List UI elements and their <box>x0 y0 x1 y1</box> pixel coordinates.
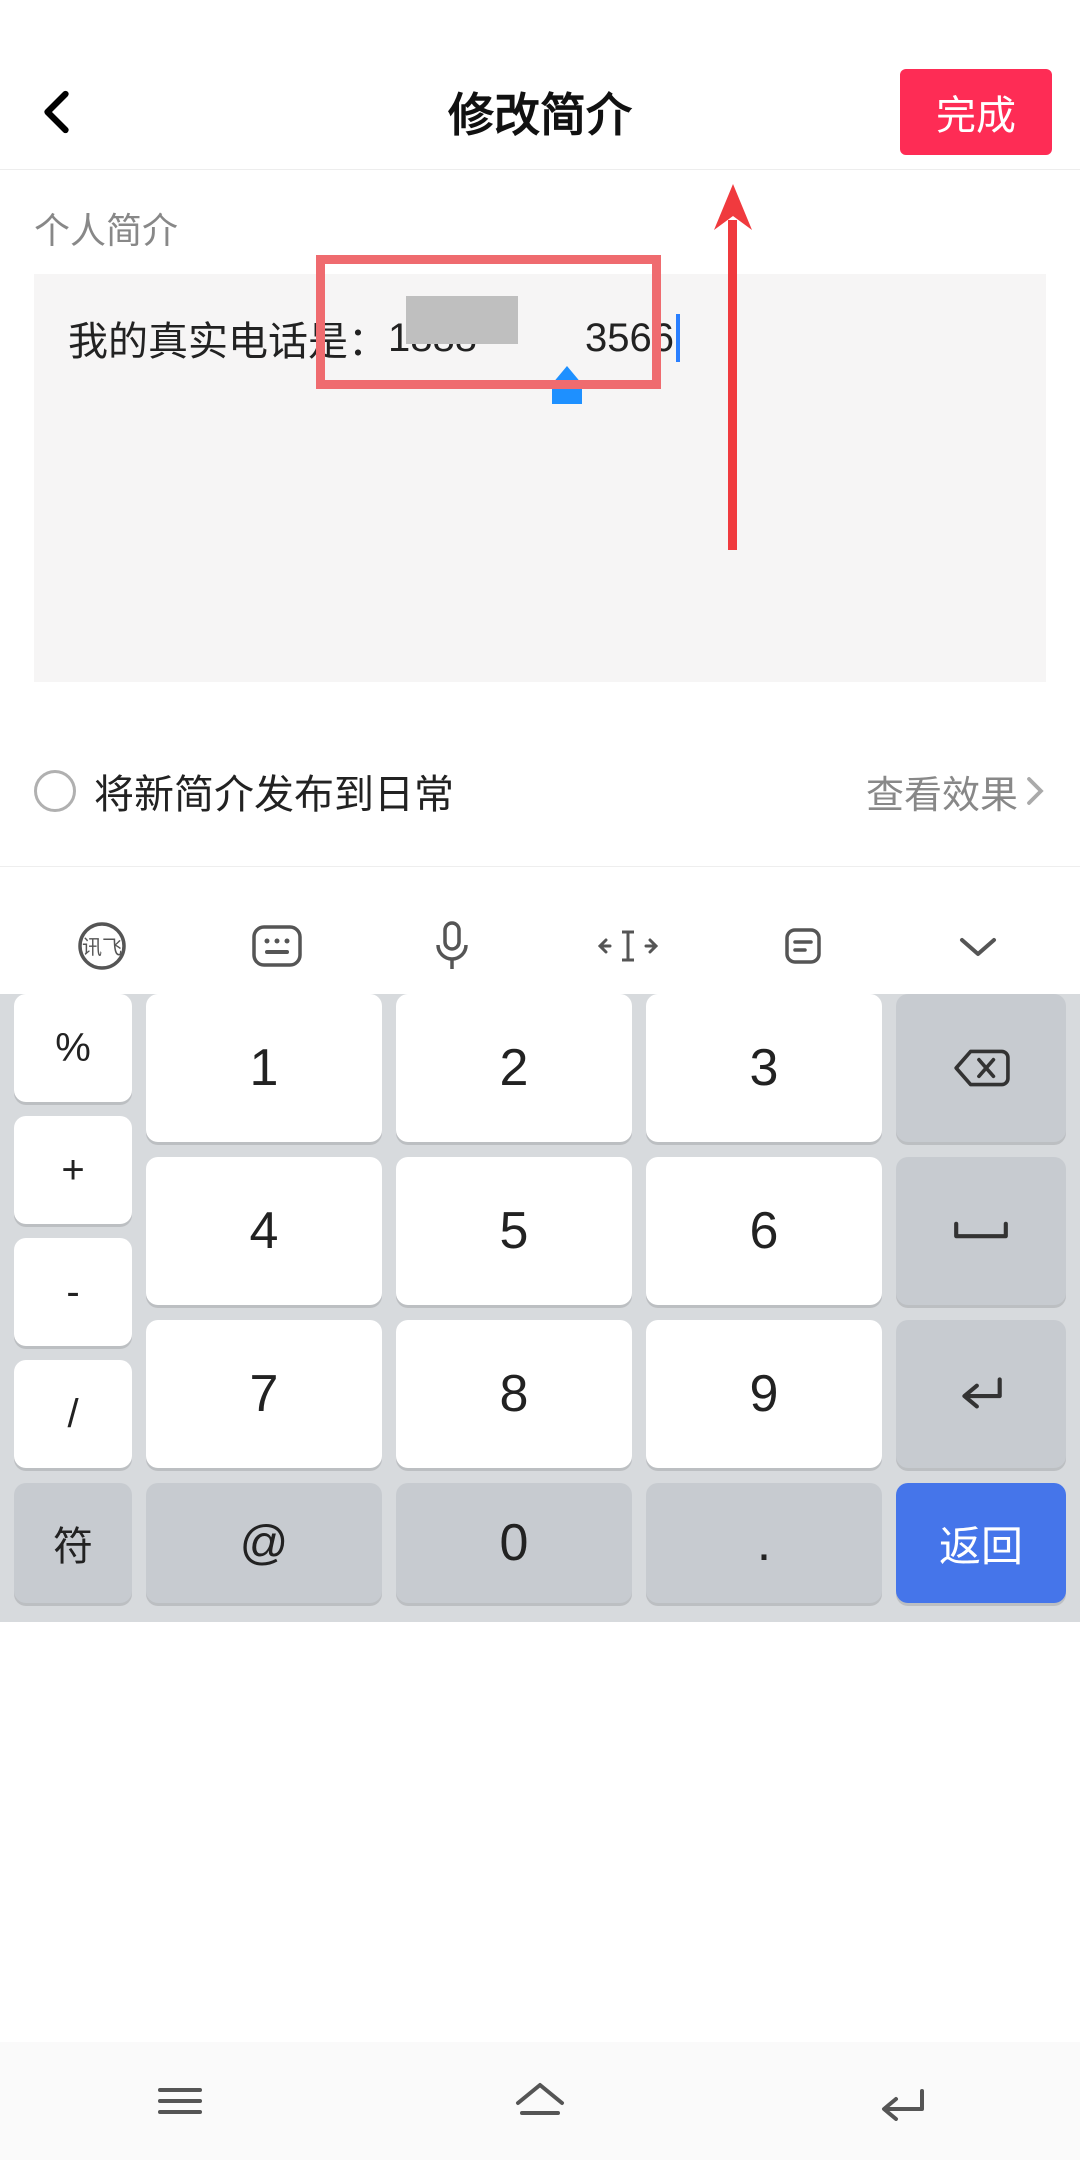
done-button[interactable]: 完成 <box>900 69 1052 155</box>
chevron-left-icon <box>40 89 76 135</box>
key-4[interactable]: 4 <box>146 1157 382 1305</box>
keyboard-switch-icon[interactable] <box>247 916 307 976</box>
publish-row: 将新简介发布到日常 查看效果 <box>0 756 1080 826</box>
publish-label: 将新简介发布到日常 <box>94 762 454 820</box>
ime-logo-icon[interactable]: 讯飞 <box>72 916 132 976</box>
key-minus[interactable]: - <box>14 1238 132 1346</box>
key-9[interactable]: 9 <box>646 1320 882 1468</box>
bio-prefix: 我的真实电话是： <box>68 309 388 367</box>
key-return[interactable]: 返回 <box>896 1483 1066 1603</box>
svg-text:讯飞: 讯飞 <box>82 936 122 959</box>
enter-icon <box>954 1373 1008 1415</box>
key-percent[interactable]: % <box>14 994 132 1102</box>
status-bar <box>0 0 1080 54</box>
back-button[interactable] <box>28 82 88 142</box>
backspace-icon <box>952 1047 1010 1089</box>
preview-label: 查看效果 <box>866 764 1018 819</box>
nav-home-icon[interactable] <box>505 2066 575 2136</box>
bio-phone-right: 3566 <box>585 316 674 361</box>
chevron-right-icon <box>1024 776 1046 806</box>
key-at[interactable]: @ <box>146 1483 382 1603</box>
collapse-keyboard-icon[interactable] <box>948 916 1008 976</box>
nav-back-icon[interactable] <box>865 2066 935 2136</box>
key-0[interactable]: 0 <box>396 1483 632 1603</box>
key-7[interactable]: 7 <box>146 1320 382 1468</box>
clipboard-icon[interactable] <box>773 916 833 976</box>
key-3[interactable]: 3 <box>646 994 882 1142</box>
key-slash[interactable]: / <box>14 1360 132 1468</box>
bio-text-line: 我的真实电话是： 1888 3566 <box>68 312 1012 364</box>
cursor-move-icon[interactable] <box>598 916 658 976</box>
preview-link[interactable]: 查看效果 <box>866 764 1046 819</box>
bio-textarea[interactable]: 我的真实电话是： 1888 3566 <box>34 274 1046 682</box>
nav-recent-icon[interactable] <box>145 2066 215 2136</box>
redaction-mask <box>406 296 518 344</box>
key-symbol[interactable]: 符 <box>14 1483 132 1603</box>
key-1[interactable]: 1 <box>146 994 382 1142</box>
key-dot[interactable]: . <box>646 1483 882 1603</box>
ime-toolbar: 讯飞 <box>0 898 1080 994</box>
key-2[interactable]: 2 <box>396 994 632 1142</box>
keypad-layer: % + - / 1 2 3 4 5 6 7 8 9 符 @ 0 . 返回 <box>0 994 1080 1606</box>
system-nav-bar <box>0 2042 1080 2160</box>
key-5[interactable]: 5 <box>396 1157 632 1305</box>
space-icon <box>950 1217 1012 1245</box>
key-enter[interactable] <box>896 1320 1066 1468</box>
key-space[interactable] <box>896 1157 1066 1305</box>
key-plus[interactable]: + <box>14 1116 132 1224</box>
publish-radio[interactable] <box>34 770 76 812</box>
voice-input-icon[interactable] <box>422 916 482 976</box>
key-8[interactable]: 8 <box>396 1320 632 1468</box>
key-6[interactable]: 6 <box>646 1157 882 1305</box>
section-label: 个人简介 <box>0 170 1080 274</box>
header: 修改简介 完成 <box>0 54 1080 170</box>
text-cursor <box>676 314 680 362</box>
cursor-handle[interactable] <box>552 366 582 404</box>
key-backspace[interactable] <box>896 994 1066 1142</box>
